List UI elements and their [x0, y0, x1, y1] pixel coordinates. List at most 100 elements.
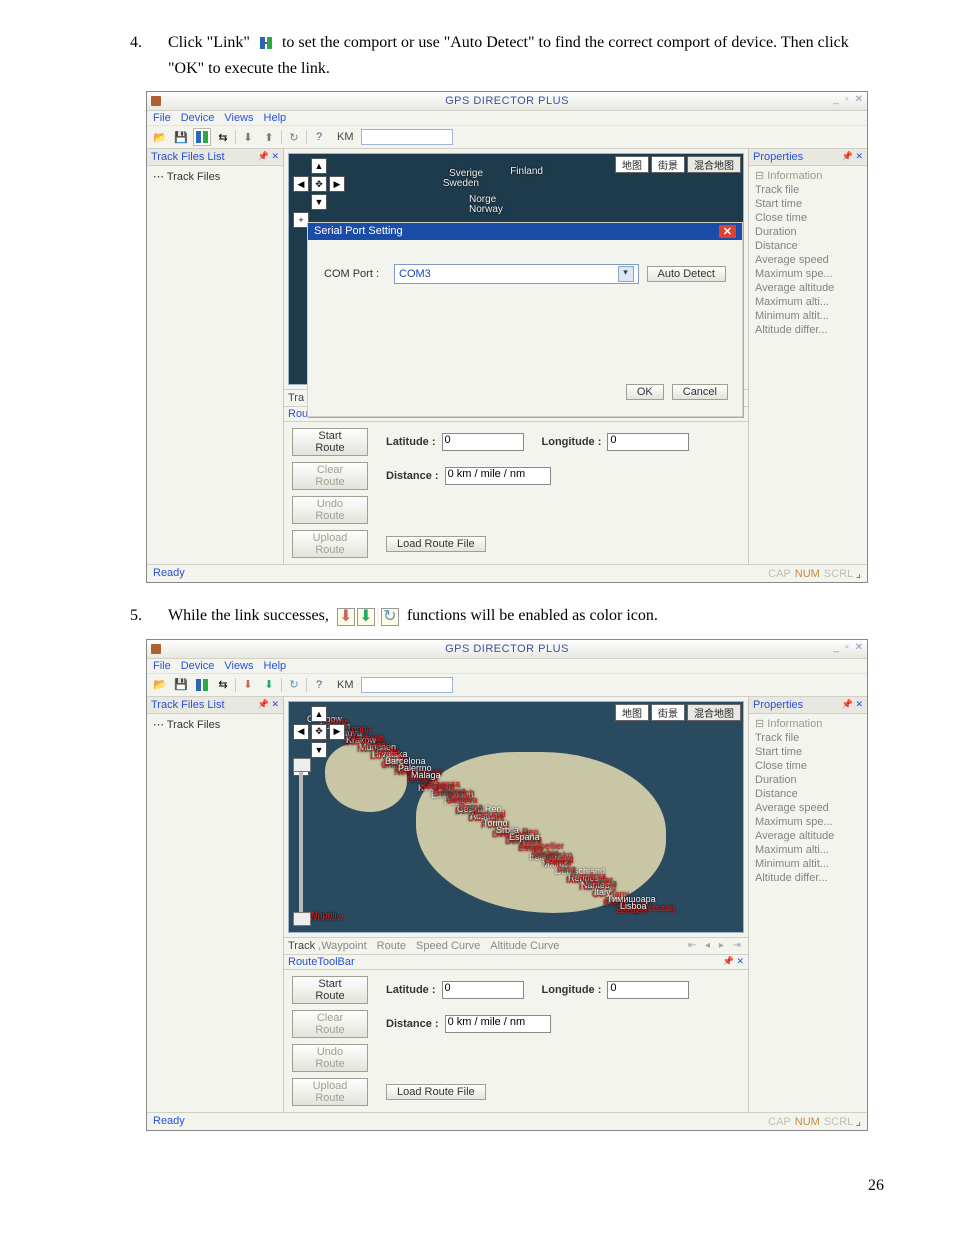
map-label: Lisboa	[620, 901, 647, 911]
status-bar: Ready CAPNUMSCRL ⌟	[147, 1112, 867, 1130]
start-route-button[interactable]: Start Route	[292, 428, 368, 456]
properties-panel: Properties📌 ✕ ⊟ Information Track file S…	[748, 149, 867, 564]
window-controls[interactable]: _▫✕	[834, 642, 864, 653]
tab-speed-curve[interactable]: Speed Curve	[416, 940, 480, 952]
menu-views[interactable]: Views	[224, 112, 253, 124]
distance-input[interactable]: 0 km / mile / nm	[445, 1015, 551, 1033]
map-label: Valencia	[583, 878, 617, 888]
comport-label: COM Port :	[324, 268, 386, 280]
open-icon[interactable]: 📂	[151, 676, 169, 694]
enabled-toolbar-icons: ⬇ ⬇ ↻	[337, 608, 399, 626]
properties-panel: Properties📌 ✕ ⊟ Information Track file S…	[748, 697, 867, 1112]
menu-help[interactable]: Help	[264, 660, 287, 672]
menu-bar: File Device Views Help	[147, 111, 867, 126]
serial-port-dialog: Serial Port Setting✕ COM Port : COM3▾ Au…	[307, 222, 743, 417]
zoom-slider[interactable]	[299, 772, 303, 912]
link-icon[interactable]	[193, 128, 211, 146]
download-icon[interactable]: ⬇	[239, 676, 257, 694]
map-label: Sevilla	[374, 747, 401, 757]
help-icon[interactable]: ?	[310, 676, 328, 694]
menu-device[interactable]: Device	[181, 112, 215, 124]
open-icon[interactable]: 📂	[151, 128, 169, 146]
step-text: While the link successes, ⬇ ⬇ ↻ function…	[168, 603, 884, 629]
unit-dropdown[interactable]	[361, 677, 453, 693]
transfer-icon[interactable]: ⇆	[214, 676, 232, 694]
tab-track[interactable]: Track ,Waypoint	[288, 940, 367, 952]
refresh-icon[interactable]: ↻	[285, 128, 303, 146]
refresh-icon[interactable]: ↻	[285, 676, 303, 694]
load-route-file-button[interactable]: Load Route File	[386, 536, 486, 552]
unit-label: KM	[337, 679, 354, 691]
latitude-input[interactable]: 0	[442, 981, 524, 999]
map-view[interactable]: GlasgowEdinburghUnitedKingdomBelfastLive…	[288, 701, 744, 933]
unit-dropdown[interactable]	[361, 129, 453, 145]
map-type-tabs[interactable]: 地图 街景 混合地图	[615, 156, 741, 173]
clear-route-button[interactable]: Clear Route	[292, 1010, 368, 1038]
screenshot-2: GPS DIRECTOR PLUS _▫✕ File Device Views …	[146, 639, 868, 1131]
help-icon[interactable]: ?	[310, 128, 328, 146]
map-label: España	[509, 832, 540, 842]
menu-file[interactable]: File	[153, 112, 171, 124]
instruction-4: 4. Click "Link" to set the comport or us…	[130, 30, 884, 81]
longitude-input[interactable]: 0	[607, 981, 689, 999]
pin-close-icon[interactable]: 📌 ✕	[842, 151, 863, 163]
map-label: Portugal	[472, 809, 506, 819]
window-controls[interactable]: _▫✕	[834, 94, 864, 105]
link-icon	[258, 35, 274, 51]
menu-views[interactable]: Views	[224, 660, 253, 672]
instruction-5: 5. While the link successes, ⬇ ⬇ ↻ funct…	[130, 603, 884, 629]
pin-close-icon[interactable]: 📌 ✕	[258, 151, 279, 163]
step-text: Click "Link" to set the comport or use "…	[168, 30, 884, 81]
transfer-icon[interactable]: ⇆	[214, 128, 232, 146]
map-nav-controls[interactable]: ▲ ◀✥▶ ▼ +	[293, 158, 345, 228]
tree-view[interactable]: ⋯ Track Files	[147, 714, 283, 1112]
cancel-button[interactable]: Cancel	[672, 384, 728, 400]
menu-device[interactable]: Device	[181, 660, 215, 672]
pin-close-icon[interactable]: 📌 ✕	[723, 956, 744, 968]
step-number: 5.	[130, 603, 168, 629]
distance-input[interactable]: 0 km / mile / nm	[445, 467, 551, 485]
map-view[interactable]: Sverige Sweden Finland Norge Norway 地图 街…	[288, 153, 744, 385]
save-icon[interactable]: 💾	[172, 128, 190, 146]
track-files-panel: Track Files List📌 ✕ ⋯ Track Files	[147, 697, 284, 1112]
tab-altitude-curve[interactable]: Altitude Curve	[490, 940, 559, 952]
menu-file[interactable]: File	[153, 660, 171, 672]
tree-view[interactable]: ⋯ Track Files	[147, 166, 283, 564]
save-icon[interactable]: 💾	[172, 676, 190, 694]
map-label: Napoli	[311, 910, 337, 920]
map-type-tabs[interactable]: 地图 街景 混合地图	[615, 704, 741, 721]
start-route-button[interactable]: Start Route	[292, 976, 368, 1004]
unit-label: KM	[337, 131, 354, 143]
app-icon	[151, 644, 161, 654]
download-icon: ⬇	[337, 608, 355, 626]
pin-close-icon[interactable]: 📌 ✕	[258, 699, 279, 711]
route-toolbar-body: Start Route Latitude :0 Longitude :0 Cle…	[284, 422, 748, 564]
undo-route-button[interactable]: Undo Route	[292, 496, 368, 524]
toolbar: 📂 💾 ⇆ ⬇ ⬆ ↻ ? KM	[147, 126, 867, 149]
upload-icon[interactable]: ⬇	[260, 676, 278, 694]
tab-route[interactable]: Route	[377, 940, 406, 952]
upload-icon: ⬇	[357, 608, 375, 626]
longitude-input[interactable]: 0	[607, 433, 689, 451]
download-icon[interactable]: ⬇	[239, 128, 257, 146]
tab-nav-icons[interactable]: ⇤ ◂ ▸ ⇥	[688, 940, 744, 952]
upload-icon[interactable]: ⬆	[260, 128, 278, 146]
undo-route-button[interactable]: Undo Route	[292, 1044, 368, 1072]
title-bar: GPS DIRECTOR PLUS _▫✕	[147, 640, 867, 659]
comport-combo[interactable]: COM3▾	[394, 264, 639, 284]
latitude-input[interactable]: 0	[442, 433, 524, 451]
ok-button[interactable]: OK	[626, 384, 664, 400]
close-icon[interactable]: ✕	[719, 225, 736, 238]
upload-route-button[interactable]: Upload Route	[292, 1078, 368, 1106]
load-route-file-button[interactable]: Load Route File	[386, 1084, 486, 1100]
bottom-tabs: Track ,Waypoint Route Speed Curve Altitu…	[284, 938, 748, 955]
pin-close-icon[interactable]: 📌 ✕	[842, 699, 863, 711]
menu-help[interactable]: Help	[264, 112, 287, 124]
properties-grid: ⊟ Information Track file Start time Clos…	[749, 166, 867, 339]
clear-route-button[interactable]: Clear Route	[292, 462, 368, 490]
link-icon[interactable]	[193, 676, 211, 694]
auto-detect-button[interactable]: Auto Detect	[647, 266, 726, 282]
upload-route-button[interactable]: Upload Route	[292, 530, 368, 558]
route-toolbar-body: Start Route Latitude :0 Longitude :0 Cle…	[284, 970, 748, 1112]
status-bar: Ready CAPNUMSCRL ⌟	[147, 564, 867, 582]
